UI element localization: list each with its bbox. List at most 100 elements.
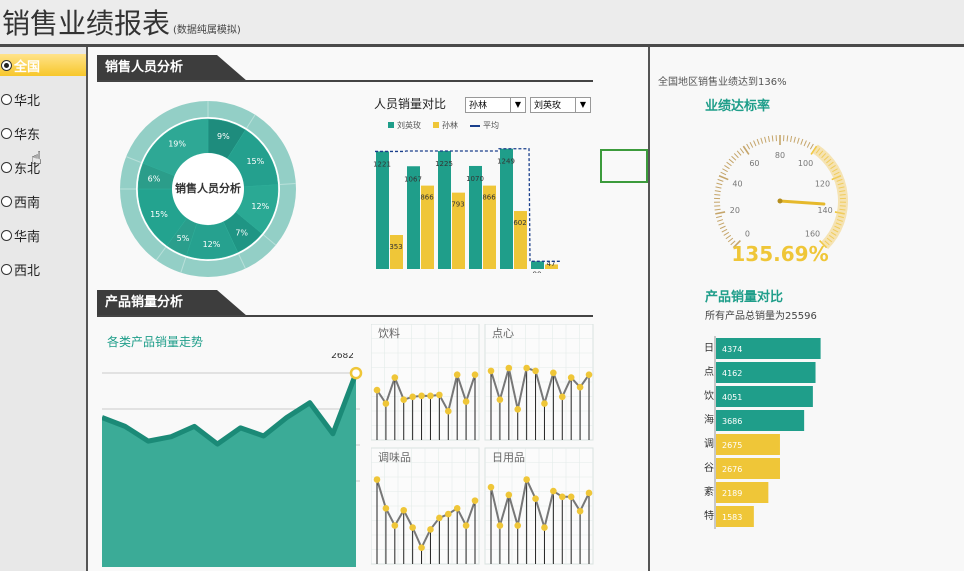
gauge-tick [715, 186, 722, 189]
small-chart-point [418, 392, 425, 400]
region-label: 全国 [14, 59, 41, 75]
gauge-tick [746, 143, 751, 150]
gauge-tick [717, 178, 724, 182]
small-chart-title: 点心 [492, 327, 514, 340]
product-bar-category: 特 [704, 510, 714, 522]
region-label: 华东 [14, 127, 41, 143]
region-option[interactable]: 全国 [0, 54, 86, 76]
gauge-tick [720, 171, 727, 176]
small-chart-point [453, 505, 461, 512]
donut-center-label: 销售人员分析 [175, 181, 241, 195]
small-chart-point [409, 393, 416, 401]
small-chart-point [532, 367, 539, 375]
bar-series-1 [531, 261, 544, 269]
gauge-tick [796, 137, 800, 144]
gauge-pivot [777, 198, 783, 204]
region-option[interactable]: 华北 [0, 88, 86, 110]
gauge-tick-label: 0 [745, 230, 750, 239]
gauge-tick [716, 215, 723, 219]
page-title: 销售业绩报表 (数据纯属模拟) [2, 2, 241, 42]
gauge-tick [756, 138, 760, 145]
product-trend-chart: 2682 [102, 353, 363, 567]
small-chart-title: 日用品 [492, 451, 525, 464]
region-option[interactable]: 华东 [0, 122, 86, 144]
bar-series-2 [390, 235, 403, 269]
page-title-text: 销售业绩报表 [2, 7, 171, 40]
sales-section-title: 销售人员分析 [97, 55, 247, 81]
product-trend-title: 各类产品销量走势 [107, 335, 204, 349]
small-chart-point [505, 364, 513, 372]
small-chart-point [558, 393, 566, 401]
product-bar-label: 2189 [722, 489, 742, 498]
legend-swatch-gold [433, 122, 439, 128]
small-chart-point [550, 487, 557, 495]
bar-label-series-1: 80 [533, 270, 542, 273]
person-select-2-value: 刘英玫 [534, 101, 562, 111]
region-selector: 全国华北华东东北西南华南西北 ☝ [0, 47, 88, 571]
small-chart-point [382, 400, 390, 407]
small-chart-point [400, 506, 408, 514]
product-bar-category: 日 [704, 343, 714, 354]
trend-peak-label: 2682 [331, 353, 354, 361]
small-chart-point [550, 369, 557, 377]
bar-label-series-2: 602 [513, 219, 526, 227]
legend-item-2: 孙林 [433, 120, 458, 131]
product-bar-label: 4051 [722, 393, 742, 402]
small-chart-point [585, 489, 593, 497]
small-chart-point [373, 386, 381, 394]
gauge-tick [793, 136, 796, 143]
small-chart-point [567, 374, 575, 381]
bar-label-series-2: 793 [451, 201, 464, 209]
product-bar-label: 2675 [722, 441, 742, 450]
radio-icon[interactable] [1, 59, 12, 71]
person-compare-title: 人员销量对比 [374, 97, 447, 111]
radio-icon[interactable] [1, 263, 12, 275]
small-chart-point [523, 476, 530, 483]
region-option[interactable]: 华南 [0, 224, 86, 246]
gauge-tick-label: 140 [817, 206, 832, 215]
gauge-tick [722, 168, 728, 173]
gauge-tick [786, 135, 789, 142]
bar-label-series-2: 866 [420, 194, 434, 202]
gauge-tick [806, 141, 811, 148]
main-panel: 销售人员分析 9% 15% 12% 7% 12% 5% 15% 6% 19% 销售人员分析 人员… [88, 47, 650, 571]
bar-series-1 [438, 151, 451, 269]
gauge-tick-label: 160 [805, 230, 820, 239]
small-chart-point [391, 374, 399, 381]
small-chart-point [418, 544, 425, 551]
small-chart-point [576, 383, 584, 391]
product-bar-label: 4374 [722, 345, 742, 354]
chevron-down-icon[interactable]: ▼ [510, 98, 525, 112]
gauge-tick-label: 60 [749, 159, 759, 168]
legend-item-3: 平均 [470, 120, 499, 131]
small-chart-point [541, 524, 548, 531]
gauge-tick [719, 225, 726, 230]
region-option[interactable]: 西北 [0, 258, 86, 280]
person-compare-legend: 刘英玫 孙林 平均 [388, 120, 499, 131]
hand-cursor-icon: ☝ [31, 148, 42, 169]
gauge-tick [731, 155, 737, 161]
trend-peak-marker [349, 366, 363, 380]
small-chart-point [505, 491, 513, 499]
region-option[interactable]: 西南 [0, 190, 86, 212]
radio-icon[interactable] [1, 195, 12, 207]
small-chart-point [444, 407, 452, 415]
gauge-tick [728, 158, 734, 164]
trend-area [102, 373, 356, 567]
gauge-tick [739, 148, 745, 154]
chevron-down-icon[interactable]: ▼ [575, 98, 590, 112]
region-label: 华北 [14, 93, 41, 109]
gauge-tick [760, 137, 764, 144]
donut-slice-label: 5% [177, 234, 190, 243]
radio-icon[interactable] [1, 127, 12, 139]
radio-icon[interactable] [1, 229, 12, 241]
radio-icon[interactable] [1, 161, 12, 173]
person-select-1[interactable]: 孙林 ▼ [465, 97, 526, 113]
product-bars-chart: 日 4374 点 4162 饮 4051 海 3686 调 2675 谷 2676 紊 2189 特 1583 [704, 336, 821, 529]
region-option[interactable]: 东北 [0, 156, 86, 178]
gauge-tick [717, 219, 724, 222]
person-select-2[interactable]: 刘英玫 ▼ [530, 97, 591, 113]
radio-icon[interactable] [1, 93, 12, 105]
small-multiples: 饮料 点心调味品 日用品 [371, 324, 594, 565]
product-bar-category: 点 [704, 366, 714, 378]
